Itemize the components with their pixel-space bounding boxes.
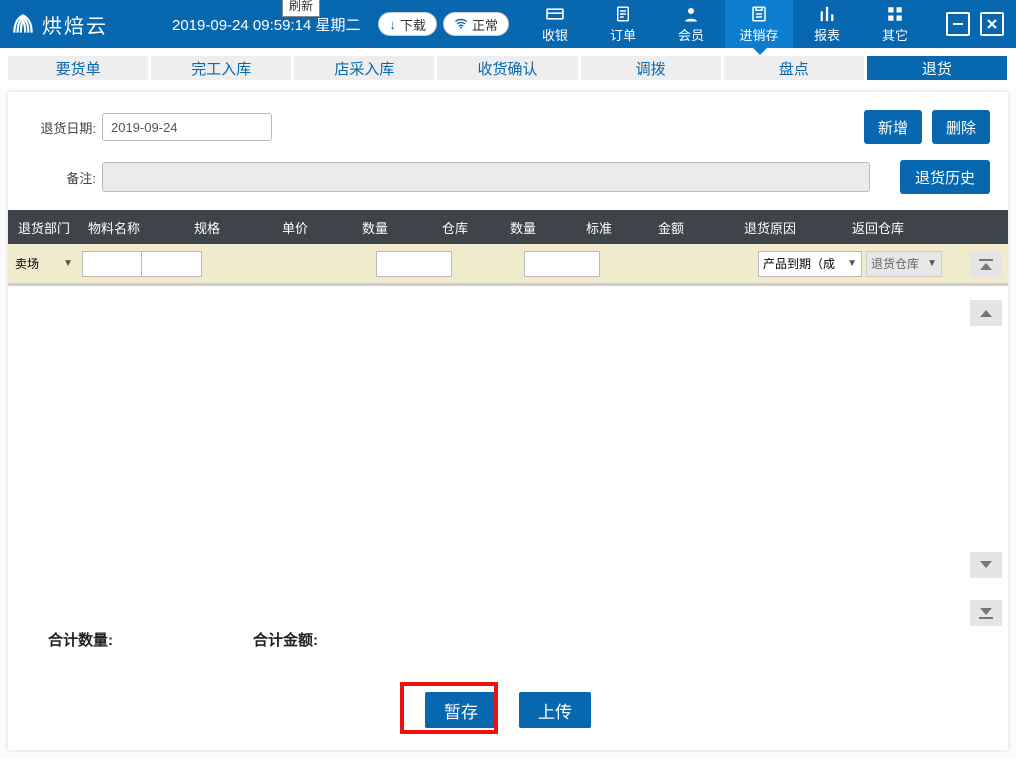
nav-orders[interactable]: 订单 (589, 0, 657, 48)
active-nav-pointer (753, 48, 767, 55)
col-name: 物料名称 (82, 218, 188, 237)
download-label: 下载 (400, 15, 426, 34)
col-reason: 退货原因 (738, 218, 846, 237)
nav-cashier[interactable]: 收银 (521, 0, 589, 48)
scroll-top-button[interactable] (970, 252, 1002, 278)
report-icon (817, 5, 837, 23)
material-name-input-1[interactable] (82, 251, 142, 277)
col-price: 单价 (276, 218, 356, 237)
inventory-icon (749, 5, 769, 23)
tab-requisition[interactable]: 要货单 (8, 56, 149, 80)
col-qty: 数量 (356, 218, 436, 237)
return-warehouse-select[interactable]: 退货仓库▼ (866, 251, 942, 277)
content-panel: 退货日期: 新增 删除 备注: 退货历史 退货部门 物料名称 规格 单价 数量 … (8, 92, 1008, 750)
wifi-icon (454, 16, 468, 33)
cashier-icon (545, 5, 565, 23)
qty2-input[interactable] (524, 251, 600, 277)
nav-members[interactable]: 会员 (657, 0, 725, 48)
tab-store-in[interactable]: 店采入库 (294, 56, 435, 80)
col-std: 标准 (580, 218, 652, 237)
status-pill: 正常 (443, 12, 509, 36)
save-draft-button[interactable]: 暂存 (425, 692, 497, 728)
status-label: 正常 (472, 15, 498, 34)
chevron-down-icon: ▼ (927, 258, 937, 269)
scroll-down-button[interactable] (970, 552, 1002, 578)
nav-inventory[interactable]: 进销存 (725, 0, 793, 48)
tab-finished-in[interactable]: 完工入库 (151, 56, 292, 80)
tab-receive-conf[interactable]: 收货确认 (437, 56, 578, 80)
remark-input[interactable] (102, 162, 870, 192)
nav-other[interactable]: 其它 (861, 0, 929, 48)
grid-header: 退货部门 物料名称 规格 单价 数量 仓库 数量 标准 金额 退货原因 返回仓库 (8, 210, 1008, 244)
return-date-input[interactable] (102, 113, 272, 141)
qty-input[interactable] (376, 251, 452, 277)
scroll-bottom-button[interactable] (970, 600, 1002, 626)
col-amt: 金额 (652, 218, 738, 237)
total-qty-label: 合计数量: (48, 629, 113, 650)
member-icon (681, 5, 701, 23)
grid-row: 卖场▼ 产品到期（成▼ 退货仓库▼ (8, 244, 1008, 286)
sub-tabs: 要货单 完工入库 店采入库 收货确认 调拨 盘点 退货 (0, 48, 1016, 88)
col-retwh: 返回仓库 (846, 218, 928, 237)
close-button[interactable] (980, 12, 1004, 36)
app-name: 烘焙云 (42, 10, 108, 39)
upload-button[interactable]: 上传 (519, 692, 591, 728)
chevron-down-icon: ▼ (63, 258, 73, 269)
dept-select[interactable]: 卖场▼ (12, 251, 76, 277)
orders-icon (613, 5, 633, 23)
tab-transfer[interactable]: 调拨 (581, 56, 722, 80)
material-name-inputs (82, 251, 202, 277)
col-spec: 规格 (188, 218, 276, 237)
refresh-chip[interactable]: 刷新 (282, 0, 320, 17)
header-datetime: 2019-09-24 09:59:14 星期二 (122, 14, 360, 35)
reason-select[interactable]: 产品到期（成▼ (758, 251, 862, 277)
total-amt-label: 合计金额: (253, 629, 318, 650)
tab-return[interactable]: 退货 (867, 56, 1008, 80)
download-button[interactable]: ↓ 下载 (378, 12, 437, 36)
new-button[interactable]: 新增 (864, 110, 922, 144)
nav-reports[interactable]: 报表 (793, 0, 861, 48)
col-wh: 仓库 (436, 218, 504, 237)
delete-button[interactable]: 删除 (932, 110, 990, 144)
material-name-input-2[interactable] (142, 251, 202, 277)
download-icon: ↓ (389, 17, 396, 32)
col-qty2: 数量 (504, 218, 580, 237)
scroll-up-button[interactable] (970, 300, 1002, 326)
main-nav: 收银 订单 会员 进销存 报表 其它 (521, 0, 929, 48)
return-history-button[interactable]: 退货历史 (900, 160, 990, 194)
return-date-label: 退货日期: (26, 118, 96, 137)
minimize-button[interactable] (946, 12, 970, 36)
remark-label: 备注: (26, 168, 96, 187)
app-logo: 烘焙云 (0, 0, 122, 48)
tab-stocktake[interactable]: 盘点 (724, 56, 865, 80)
chevron-down-icon: ▼ (847, 258, 857, 269)
col-dept: 退货部门 (12, 218, 82, 237)
other-icon (885, 5, 905, 23)
logo-icon (10, 11, 36, 37)
